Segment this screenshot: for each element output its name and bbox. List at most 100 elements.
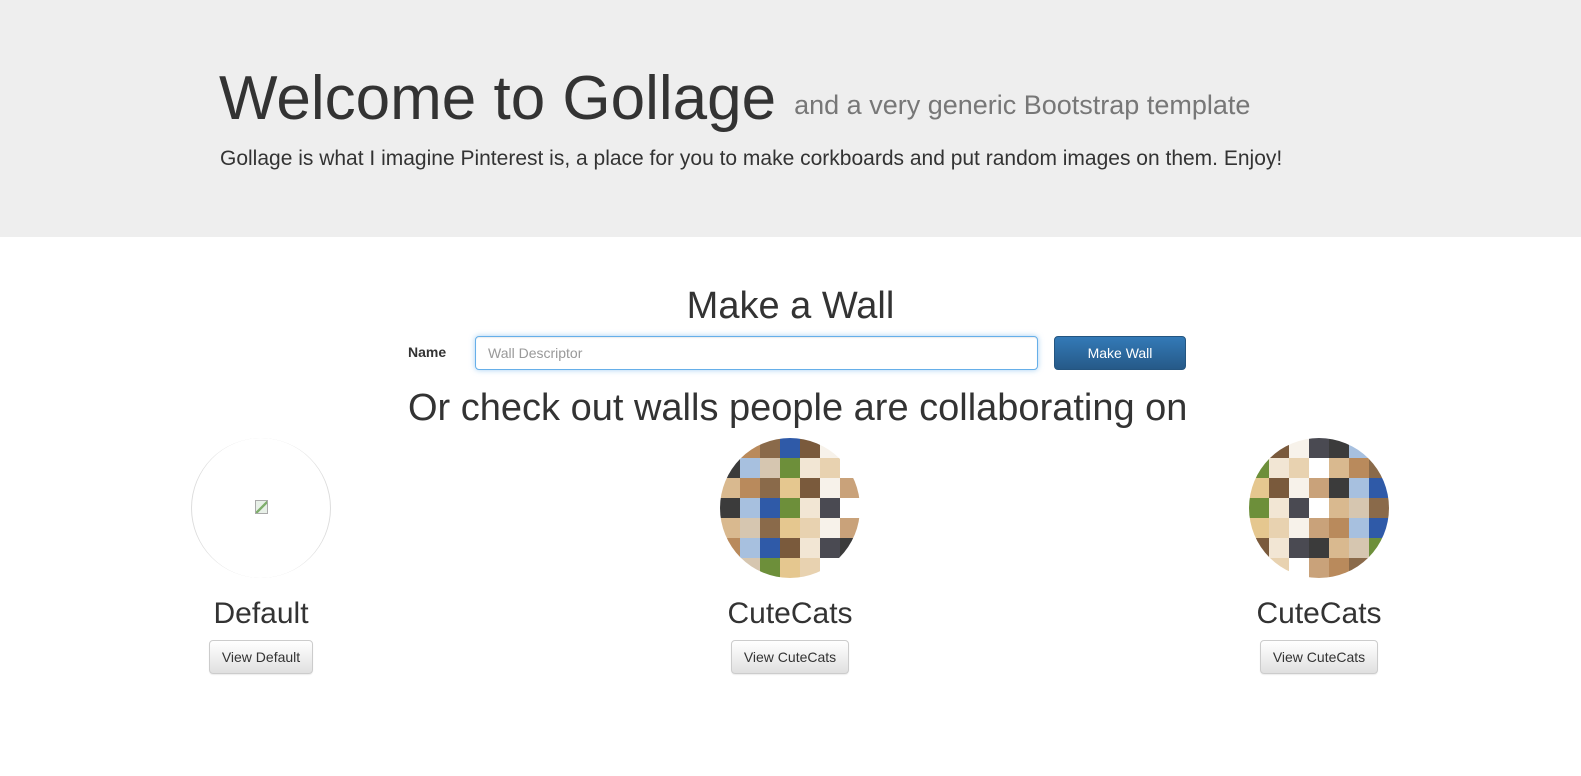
wall-thumbnail[interactable] (191, 438, 331, 578)
make-wall-button[interactable]: Make Wall (1054, 336, 1186, 370)
collage-tile (720, 538, 740, 558)
collage-tile (1369, 438, 1389, 458)
collage-tile (800, 438, 820, 458)
collage-tile (1309, 518, 1329, 538)
collage-tile (760, 518, 780, 538)
collage-tile (1309, 478, 1329, 498)
collage-tile (720, 458, 740, 478)
collage-tile (800, 518, 820, 538)
cat-collage-image (720, 438, 860, 578)
collage-tile (820, 438, 840, 458)
collage-tile (1369, 498, 1389, 518)
collage-tile (840, 438, 860, 458)
collage-tile (1369, 558, 1389, 578)
collaborating-heading: Or check out walls people are collaborat… (408, 387, 1188, 429)
collage-tile (1329, 558, 1349, 578)
collage-tile (840, 498, 860, 518)
page-subtitle: and a very generic Bootstrap template (794, 89, 1251, 120)
collage-tile (780, 458, 800, 478)
collage-tile (820, 558, 840, 578)
collage-tile (1349, 458, 1369, 478)
collage-tile (1249, 558, 1269, 578)
collage-tile (840, 538, 860, 558)
name-label: Name (408, 344, 447, 360)
collage-tile (720, 438, 740, 458)
collage-tile (1269, 558, 1289, 578)
wall-thumbnail[interactable] (720, 438, 860, 578)
wall-name: CuteCats (1256, 597, 1382, 630)
collage-tile (1309, 438, 1329, 458)
collage-tile (1289, 518, 1309, 538)
page-title-text: Welcome to Gollage (219, 64, 777, 133)
collage-tile (760, 458, 780, 478)
collage-tile (820, 518, 840, 538)
collage-tile (1349, 478, 1369, 498)
collage-tile (720, 498, 740, 518)
collage-tile (780, 558, 800, 578)
collage-tile (740, 458, 760, 478)
wall-thumbnail[interactable] (1249, 438, 1389, 578)
collage-tile (1289, 538, 1309, 558)
collage-tile (800, 478, 820, 498)
view-wall-button[interactable]: View Default (208, 640, 314, 674)
collage-tile (1249, 518, 1269, 538)
collage-tile (1249, 478, 1269, 498)
collage-tile (740, 438, 760, 458)
collage-tile (740, 558, 760, 578)
view-wall-button[interactable]: View CuteCats (730, 640, 850, 674)
collage-tile (1329, 458, 1349, 478)
collage-tile (1289, 498, 1309, 518)
make-wall-heading: Make a Wall (686, 285, 895, 327)
jumbotron: Welcome to Gollage and a very generic Boo… (0, 0, 1581, 237)
view-wall-button[interactable]: View CuteCats (1259, 640, 1379, 674)
collage-tile (780, 518, 800, 538)
collage-tile (800, 458, 820, 478)
collage-tile (1309, 498, 1329, 518)
collage-tile (760, 538, 780, 558)
collage-tile (1369, 538, 1389, 558)
collage-tile (1329, 498, 1349, 518)
wall-name-input[interactable] (475, 336, 1038, 370)
collage-tile (840, 478, 860, 498)
collage-tile (1349, 558, 1369, 578)
collage-tile (1309, 538, 1329, 558)
collage-tile (1249, 498, 1269, 518)
collage-tile (780, 538, 800, 558)
collage-tile (820, 458, 840, 478)
collage-tile (840, 458, 860, 478)
collage-tile (740, 538, 760, 558)
collage-tile (760, 498, 780, 518)
collage-tile (800, 498, 820, 518)
collage-tile (840, 518, 860, 538)
collage-tile (740, 518, 760, 538)
collage-tile (840, 558, 860, 578)
collage-tile (1329, 438, 1349, 458)
collage-tile (1309, 458, 1329, 478)
collage-tile (1249, 538, 1269, 558)
collage-tile (1269, 538, 1289, 558)
collage-tile (820, 478, 840, 498)
collage-tile (760, 478, 780, 498)
collage-tile (740, 478, 760, 498)
collage-tile (1269, 438, 1289, 458)
wall-card-cutecats: CuteCats View CuteCats (670, 438, 910, 674)
collage-tile (1329, 538, 1349, 558)
collage-tile (1289, 478, 1309, 498)
collage-tile (760, 438, 780, 458)
collage-tile (1289, 458, 1309, 478)
collage-tile (1369, 458, 1389, 478)
cat-collage-image (1249, 438, 1389, 578)
collage-tile (740, 498, 760, 518)
collage-tile (1249, 438, 1269, 458)
collage-tile (1349, 538, 1369, 558)
collage-tile (1349, 518, 1369, 538)
collage-tile (1269, 458, 1289, 478)
collage-tile (1309, 558, 1329, 578)
collage-tile (760, 558, 780, 578)
wall-card-cutecats: CuteCats View CuteCats (1199, 438, 1439, 674)
wall-name: Default (213, 597, 309, 630)
collage-tile (1349, 498, 1369, 518)
broken-image-icon (255, 500, 268, 514)
collage-tile (780, 438, 800, 458)
collage-tile (720, 478, 740, 498)
